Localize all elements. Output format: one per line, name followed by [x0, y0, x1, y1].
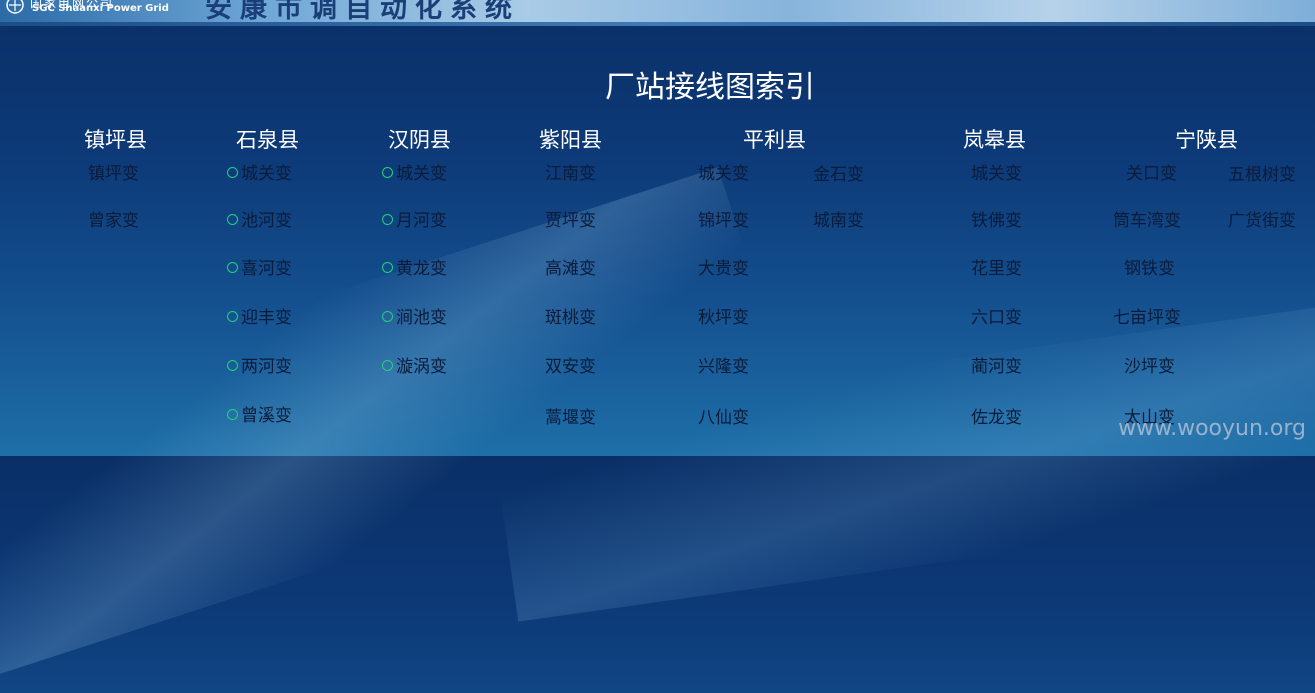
station-label: 迎丰变 — [241, 308, 292, 328]
status-ring-icon — [382, 262, 393, 273]
station-link-zhenping-zengjia[interactable]: 曾家变 — [88, 211, 139, 231]
status-ring-icon — [382, 311, 393, 322]
station-link-langao-huali[interactable]: 花里变 — [971, 259, 1022, 279]
station-label: 黄龙变 — [396, 259, 447, 279]
station-label: 两河变 — [241, 357, 292, 377]
station-link-hanyin-huanglong[interactable]: 黄龙变 — [382, 259, 447, 279]
background-light-streak — [0, 167, 799, 693]
status-ring-icon — [227, 409, 238, 420]
station-link-ziyang-haoyan[interactable]: 蒿堰变 — [545, 408, 596, 428]
station-label: 喜河变 — [241, 259, 292, 279]
sgcc-logo-icon — [6, 0, 24, 14]
station-link-shiquan-lianghe[interactable]: 两河变 — [227, 357, 292, 377]
station-link-pingli-dagui[interactable]: 大贵变 — [698, 259, 749, 279]
station-link-ziyang-jiangnan[interactable]: 江南变 — [545, 164, 596, 184]
station-link-hanyin-xuanwo[interactable]: 漩涡变 — [382, 357, 447, 377]
station-link-ziyang-shuangan[interactable]: 双安变 — [545, 357, 596, 377]
station-link-langao-chengguan[interactable]: 城关变 — [971, 164, 1022, 184]
station-link-ningshan-guanghuojie[interactable]: 广货街变 — [1228, 211, 1296, 231]
station-link-ningshan-qimuping[interactable]: 七亩坪变 — [1113, 308, 1181, 328]
station-link-langao-tiefo[interactable]: 铁佛变 — [971, 211, 1022, 231]
station-link-ziyang-jiaping[interactable]: 贾坪变 — [545, 211, 596, 231]
station-link-ningshan-gangtie[interactable]: 钢铁变 — [1124, 259, 1175, 279]
status-ring-icon — [227, 360, 238, 371]
logo-en-text: SGC Shaanxi Power Grid — [32, 3, 169, 14]
station-link-ningshan-tongchewan[interactable]: 筒车湾变 — [1113, 211, 1181, 231]
station-link-ningshan-guankou[interactable]: 关口变 — [1126, 164, 1177, 184]
county-heading-langao: 岚皋县 — [963, 128, 1026, 152]
header-banner: 国家电网公司 SGC Shaanxi Power Grid 安康市调自动化系统 — [0, 0, 1315, 26]
station-link-pingli-chengguan[interactable]: 城关变 — [698, 164, 749, 184]
station-link-shiquan-xihe[interactable]: 喜河变 — [227, 259, 292, 279]
station-label: 池河变 — [241, 211, 292, 231]
county-heading-zhenping: 镇坪县 — [84, 128, 147, 152]
station-link-ziyang-gaotan[interactable]: 高滩变 — [545, 259, 596, 279]
station-link-pingli-qiuping[interactable]: 秋坪变 — [698, 308, 749, 328]
station-link-langao-zuolong[interactable]: 佐龙变 — [971, 408, 1022, 428]
station-link-pingli-jinshi[interactable]: 金石变 — [813, 165, 864, 185]
station-link-langao-liukou[interactable]: 六口变 — [971, 308, 1022, 328]
station-link-ningshan-wugenshu[interactable]: 五根树变 — [1228, 165, 1296, 185]
station-link-zhenping-zhenping[interactable]: 镇坪变 — [88, 164, 139, 184]
county-heading-pingli: 平利县 — [743, 128, 806, 152]
status-ring-icon — [382, 167, 393, 178]
station-link-shiquan-chengguan[interactable]: 城关变 — [227, 164, 292, 184]
station-link-langao-linhe[interactable]: 蔺河变 — [971, 357, 1022, 377]
status-ring-icon — [382, 360, 393, 371]
county-heading-ningshan: 宁陕县 — [1175, 128, 1238, 152]
system-title: 安康市调自动化系统 — [205, 0, 520, 24]
county-heading-ziyang: 紫阳县 — [539, 128, 602, 152]
station-link-hanyin-yuehe[interactable]: 月河变 — [382, 211, 447, 231]
station-link-ziyang-bantao[interactable]: 斑桃变 — [545, 308, 596, 328]
station-link-shiquan-zengxi[interactable]: 曾溪变 — [227, 406, 292, 426]
status-ring-icon — [227, 311, 238, 322]
watermark: www.wooyun.org — [1118, 416, 1306, 441]
station-link-ningshan-shaping[interactable]: 沙坪变 — [1124, 357, 1175, 377]
status-ring-icon — [227, 214, 238, 225]
page-title: 厂站接线图索引 — [605, 70, 815, 105]
station-link-hanyin-jianchi[interactable]: 涧池变 — [382, 308, 447, 328]
station-link-shiquan-chihe[interactable]: 池河变 — [227, 211, 292, 231]
station-label: 城关变 — [396, 164, 447, 184]
station-link-hanyin-chengguan[interactable]: 城关变 — [382, 164, 447, 184]
status-ring-icon — [227, 167, 238, 178]
station-label: 城关变 — [241, 164, 292, 184]
status-ring-icon — [227, 262, 238, 273]
station-label: 漩涡变 — [396, 357, 447, 377]
station-link-shiquan-yingfeng[interactable]: 迎丰变 — [227, 308, 292, 328]
station-link-pingli-jinping[interactable]: 锦坪变 — [698, 211, 749, 231]
station-label: 月河变 — [396, 211, 447, 231]
station-link-pingli-xinglong[interactable]: 兴隆变 — [698, 357, 749, 377]
county-heading-shiquan: 石泉县 — [236, 128, 299, 152]
station-link-pingli-baxian[interactable]: 八仙变 — [698, 408, 749, 428]
station-link-pingli-chengnan[interactable]: 城南变 — [813, 211, 864, 231]
station-label: 涧池变 — [396, 308, 447, 328]
county-heading-hanyin: 汉阴县 — [388, 128, 451, 152]
background-light-streak — [490, 298, 1315, 622]
station-label: 曾溪变 — [241, 406, 292, 426]
status-ring-icon — [382, 214, 393, 225]
